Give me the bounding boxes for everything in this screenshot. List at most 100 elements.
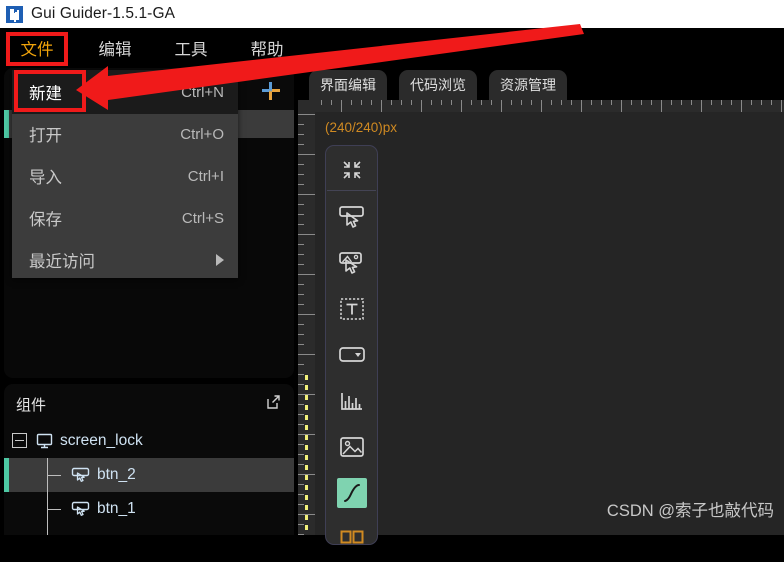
ruler-tick bbox=[431, 100, 433, 105]
ruler-tick bbox=[411, 100, 413, 105]
ruler-tick bbox=[501, 100, 503, 112]
ruler-tick bbox=[351, 100, 353, 105]
dropdown-icon bbox=[337, 340, 367, 370]
tree-item-screen-lock[interactable]: screen_lock bbox=[4, 424, 294, 458]
ruler-tick bbox=[641, 100, 643, 105]
menu-item-label: 新建 bbox=[29, 85, 62, 103]
ruler-tick bbox=[298, 294, 304, 296]
ruler-tick bbox=[421, 100, 423, 112]
window-title: Gui Guider-1.5.1-GA bbox=[31, 5, 176, 22]
ruler-tick bbox=[531, 100, 533, 105]
chart-icon bbox=[337, 386, 367, 416]
ruler-tick bbox=[691, 100, 693, 105]
add-screen-button[interactable] bbox=[258, 78, 284, 102]
ruler-tick bbox=[298, 254, 304, 256]
ruler-tick bbox=[298, 344, 304, 346]
menu-item-shortcut: Ctrl+I bbox=[187, 167, 224, 185]
ruler-tick bbox=[671, 100, 673, 105]
menu-item-label: 导入 bbox=[29, 169, 62, 187]
ruler-tick bbox=[711, 100, 713, 105]
plus-icon-vertical bbox=[269, 82, 272, 100]
ruler-tick bbox=[521, 100, 523, 105]
collapse-toggle-icon[interactable] bbox=[12, 433, 27, 448]
menu-item-recent[interactable]: 最近访问 bbox=[12, 238, 238, 282]
ruler-tick bbox=[321, 100, 323, 105]
menu-item-import[interactable]: 导入 Ctrl+I bbox=[12, 154, 238, 198]
ruler-tick bbox=[298, 414, 304, 416]
tree-item-label: btn_2 bbox=[97, 466, 136, 483]
ruler-tick bbox=[651, 100, 653, 105]
menu-item-new[interactable]: 新建 Ctrl+N bbox=[12, 70, 238, 114]
menu-edit[interactable]: 编辑 bbox=[91, 28, 139, 68]
ruler-tick bbox=[298, 174, 304, 176]
design-canvas[interactable]: (240/240)px CSDN @索子也敲代码 bbox=[298, 100, 784, 545]
ruler-tick bbox=[298, 444, 304, 446]
ruler-tick bbox=[591, 100, 593, 105]
ruler-tick bbox=[298, 144, 304, 146]
ruler-tick bbox=[491, 100, 493, 105]
tool-image-widget[interactable] bbox=[326, 424, 377, 470]
tab-code-browser[interactable]: 代码浏览 bbox=[399, 70, 477, 100]
menu-item-shortcut: Ctrl+N bbox=[181, 83, 224, 101]
tool-label-widget[interactable] bbox=[326, 286, 377, 332]
ruler-tick bbox=[621, 100, 623, 112]
ruler-tick bbox=[298, 194, 315, 196]
ruler-tick bbox=[661, 100, 663, 112]
tool-collapse-button[interactable] bbox=[326, 147, 377, 193]
selection-accent-bar bbox=[4, 458, 9, 492]
ruler-tick bbox=[298, 164, 304, 166]
chevron-right-icon bbox=[216, 254, 224, 266]
ruler-tick bbox=[601, 100, 603, 105]
tool-arc-widget[interactable] bbox=[326, 470, 377, 516]
ruler-tick bbox=[298, 314, 315, 316]
ruler-tick bbox=[298, 114, 315, 116]
ruler-tick bbox=[298, 234, 315, 236]
ruler-tick bbox=[298, 274, 315, 276]
ruler-tick bbox=[298, 504, 304, 506]
tree-branch-line bbox=[47, 475, 61, 477]
ruler-tick bbox=[551, 100, 553, 105]
ruler-tick bbox=[741, 100, 743, 112]
monitor-icon bbox=[36, 433, 53, 454]
ruler-tick bbox=[761, 100, 763, 105]
canvas-size-label: (240/240)px bbox=[325, 120, 398, 135]
ruler-tick bbox=[681, 100, 683, 105]
ruler-tick bbox=[298, 204, 304, 206]
menu-help[interactable]: 帮助 bbox=[243, 28, 291, 68]
tool-dropdown-widget[interactable] bbox=[326, 332, 377, 378]
tree-item-label: btn_1 bbox=[97, 500, 136, 517]
watermark-text: CSDN @索子也敲代码 bbox=[606, 502, 774, 520]
button-icon bbox=[71, 501, 90, 522]
ruler-tick bbox=[781, 100, 783, 112]
menu-item-open[interactable]: 打开 Ctrl+O bbox=[12, 112, 238, 156]
ruler-tick bbox=[471, 100, 473, 105]
ruler-tick bbox=[298, 454, 304, 456]
tab-ui-editor[interactable]: 界面编辑 bbox=[309, 70, 387, 100]
ruler-tick bbox=[571, 100, 573, 105]
external-link-icon[interactable] bbox=[265, 394, 281, 410]
ruler-tick bbox=[298, 134, 304, 136]
components-panel-header: 组件 bbox=[4, 384, 294, 424]
tab-resource-manager[interactable]: 资源管理 bbox=[489, 70, 567, 100]
ruler-tick bbox=[298, 224, 304, 226]
menu-file[interactable]: 文件 bbox=[13, 28, 61, 68]
tool-button-widget[interactable] bbox=[326, 194, 377, 240]
ruler-tick bbox=[511, 100, 513, 105]
ruler-tick bbox=[631, 100, 633, 105]
tree-guide-line bbox=[47, 458, 49, 535]
ruler-tick bbox=[298, 484, 304, 486]
ruler-tick bbox=[298, 334, 304, 336]
tool-image-button-widget[interactable] bbox=[326, 240, 377, 286]
ruler-tick bbox=[371, 100, 373, 105]
tool-chart-widget[interactable] bbox=[326, 378, 377, 424]
ruler-tick bbox=[298, 424, 304, 426]
tool-keyboard-widget[interactable] bbox=[326, 516, 377, 562]
menu-bar: 文件 编辑 工具 帮助 bbox=[0, 28, 784, 68]
menu-item-save[interactable]: 保存 Ctrl+S bbox=[12, 196, 238, 240]
components-panel: 组件 screen_lock btn_2 btn_1 bbox=[4, 384, 294, 535]
ruler-tick bbox=[298, 264, 304, 266]
menu-tools[interactable]: 工具 bbox=[167, 28, 215, 68]
ruler-tick bbox=[298, 324, 304, 326]
ruler-tick bbox=[331, 100, 333, 105]
ruler-tick bbox=[391, 100, 393, 105]
